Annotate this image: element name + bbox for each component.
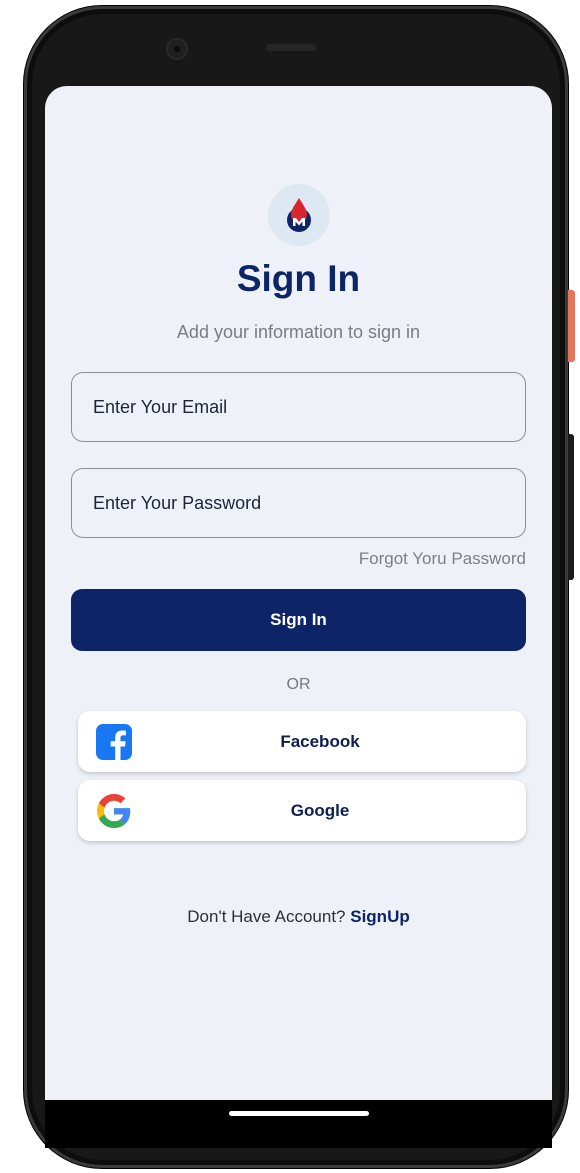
google-login-button[interactable]: Google: [78, 780, 526, 841]
earpiece-speaker: [266, 44, 316, 51]
password-input[interactable]: [93, 492, 525, 514]
app-logo: [268, 184, 330, 246]
google-label: Google: [290, 800, 350, 820]
signup-prompt-text: Don't Have Account?: [187, 907, 346, 926]
app-screen: Sign In Add your information to sign in …: [45, 86, 552, 1102]
home-indicator[interactable]: [229, 1111, 369, 1116]
volume-button: [568, 434, 574, 580]
page-subtitle: Add your information to sign in: [176, 322, 421, 342]
facebook-login-button[interactable]: Facebook: [78, 711, 526, 772]
drop-logo-icon: [287, 198, 311, 232]
facebook-icon: [96, 724, 132, 760]
google-icon: [96, 793, 132, 829]
sign-in-button[interactable]: Sign In: [71, 589, 526, 651]
or-divider: OR: [286, 676, 311, 693]
power-button: [568, 290, 575, 362]
signup-prompt: Don't Have Account? SignUp: [45, 907, 552, 927]
forgot-password-link[interactable]: Forgot Yoru Password: [359, 549, 526, 569]
signup-link[interactable]: SignUp: [350, 907, 410, 926]
password-field[interactable]: [71, 468, 526, 538]
facebook-label: Facebook: [280, 731, 360, 751]
email-input[interactable]: [93, 396, 525, 418]
page-title: Sign In: [236, 258, 361, 299]
email-field[interactable]: [71, 372, 526, 442]
front-camera: [166, 38, 188, 60]
system-nav-bar: [45, 1100, 552, 1148]
